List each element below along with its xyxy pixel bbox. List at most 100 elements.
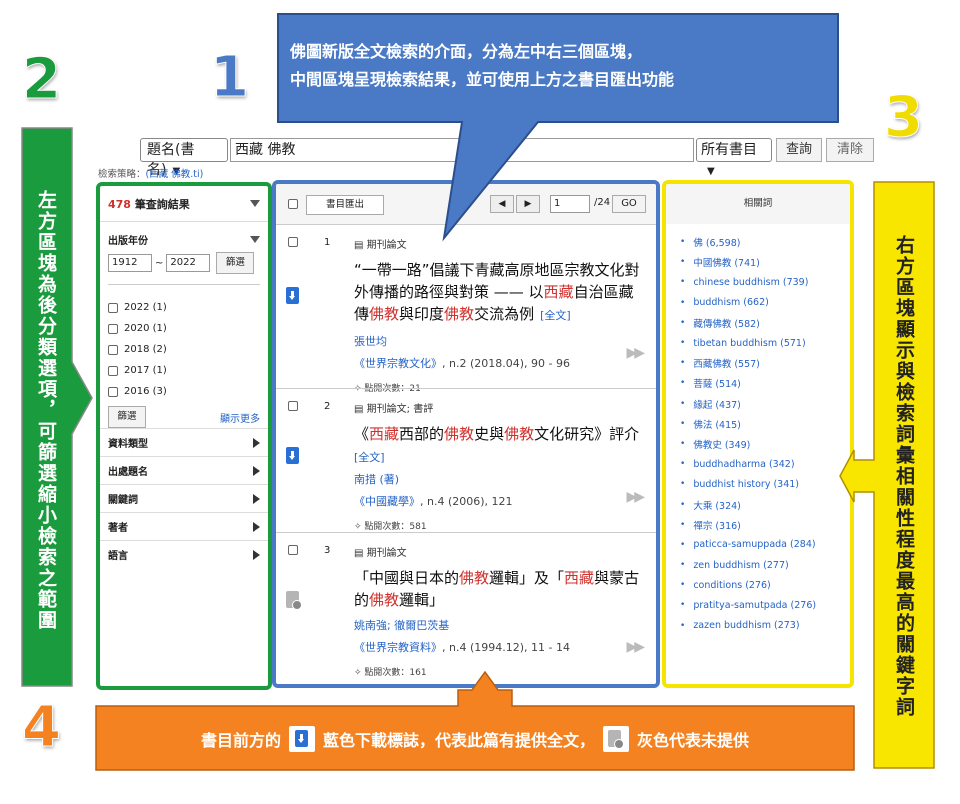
download-icon[interactable] <box>286 447 299 464</box>
title-segment: 邏輯」 <box>399 591 445 609</box>
fast-forward-icon[interactable]: ▶▶ <box>626 345 644 361</box>
bottom-callout-part1: 書目前方的 <box>200 731 281 750</box>
year-option[interactable]: 2018 (2) <box>108 339 260 360</box>
bottom-download-example <box>288 726 315 752</box>
related-term-link[interactable]: 佛法 (415) <box>680 414 850 434</box>
result-item: 1 ▤ 期刊論文 “一帶一路”倡議下青藏高原地區宗教文化對外傳播的路徑與對策 —— … <box>276 224 656 394</box>
result-checkbox[interactable] <box>288 545 298 555</box>
result-checkbox[interactable] <box>288 401 298 411</box>
result-source: 《世界宗教文化》, n.2 (2018.04), 90 - 96 <box>354 355 644 371</box>
related-term-link[interactable]: 禪宗 (316) <box>680 515 850 535</box>
annotation-number-1: 1 <box>210 45 250 110</box>
year-checkbox[interactable] <box>108 302 118 313</box>
facet-item[interactable]: 著者 <box>100 512 268 540</box>
top-callout-text: 佛圖新版全文檢索的介面，分為左中右三個區塊， 中間區塊呈現檢索結果，並可使用上方… <box>290 38 830 94</box>
year-checkbox[interactable] <box>108 344 118 355</box>
title-segment: 「中國與日本的 <box>354 569 460 587</box>
result-count-header[interactable]: 478 筆查詢結果 <box>100 186 268 222</box>
related-term-link[interactable]: 西藏佛教 (557) <box>680 353 850 373</box>
no-fulltext-icon <box>286 591 302 610</box>
year-option[interactable]: 2016 (3) <box>108 381 260 402</box>
facet-label: 出處題名 <box>108 467 148 478</box>
year-to-input[interactable]: 2022 <box>166 254 211 272</box>
result-author[interactable]: 南措 (著) <box>354 471 644 487</box>
facet-item[interactable]: 出處題名 <box>100 456 268 484</box>
download-icon <box>294 730 308 747</box>
search-strategy-link[interactable]: (西藏 佛教.ti) <box>146 169 204 180</box>
chevron-right-icon <box>253 521 260 532</box>
title-segment: 邏輯」及「 <box>489 569 565 587</box>
bottom-callout-part2: 藍色下載標誌，代表此篇有提供全文， <box>322 731 595 750</box>
title-segment: 西部的 <box>399 425 445 443</box>
result-number: 3 <box>324 545 331 556</box>
year-checkbox[interactable] <box>108 365 118 376</box>
title-segment: 佛教 <box>369 591 400 609</box>
related-term-link[interactable]: 藏傳佛教 (582) <box>680 313 850 333</box>
left-callout-text: 左方區塊為後分類選項，可篩選縮小檢索之範圍 <box>35 189 57 631</box>
result-type: ▤ 期刊論文 <box>354 544 644 559</box>
result-author[interactable]: 張世均 <box>354 333 644 349</box>
download-icon[interactable] <box>286 287 299 304</box>
fulltext-link[interactable]: [全文] <box>540 309 571 322</box>
source-link[interactable]: 《世界宗教文化》 <box>354 357 442 370</box>
views-icon: ✧ <box>354 522 365 532</box>
year-checkbox[interactable] <box>108 323 118 334</box>
related-term-link[interactable]: zen buddhism (277) <box>680 555 850 575</box>
result-title[interactable]: “一帶一路”倡議下青藏高原地區宗教文化對外傳播的路徑與對策 —— 以西藏自治區藏… <box>354 259 644 327</box>
related-term-link[interactable]: 緣起 (437) <box>680 394 850 414</box>
annotation-number-4: 4 <box>22 695 62 760</box>
top-callout-line1: 佛圖新版全文檢索的介面，分為左中右三個區塊， <box>290 42 643 61</box>
year-option[interactable]: 2022 (1) <box>108 297 260 318</box>
show-more-link[interactable]: 顯示更多 <box>220 410 260 425</box>
related-term-link[interactable]: 大乘 (324) <box>680 494 850 514</box>
result-count-label: 筆查詢結果 <box>134 197 190 211</box>
related-term-link[interactable]: buddhism (662) <box>680 293 850 313</box>
related-term-link[interactable]: buddhist history (341) <box>680 474 850 494</box>
result-author[interactable]: 姚南強; 徹爾巴茨基 <box>354 617 644 633</box>
title-segment: 佛教 <box>444 305 475 323</box>
facet-item[interactable]: 資料類型 <box>100 428 268 456</box>
title-segment: 佛教 <box>459 569 490 587</box>
bottom-nofile-example <box>603 726 629 752</box>
fast-forward-icon[interactable]: ▶▶ <box>626 489 644 505</box>
related-term-link[interactable]: paticca-samuppada (284) <box>680 535 850 555</box>
result-source: 《世界宗教資料》, n.4 (1994.12), 11 - 14 <box>354 639 644 655</box>
annotation-number-3: 3 <box>884 85 924 150</box>
title-segment: 西藏 <box>543 283 574 301</box>
chevron-right-icon <box>253 437 260 448</box>
year-checkbox[interactable] <box>108 386 118 397</box>
year-from-input[interactable]: 1912 <box>108 254 152 272</box>
title-segment: 文化研究》評介 <box>534 425 640 443</box>
fast-forward-icon[interactable]: ▶▶ <box>626 639 644 655</box>
result-item: 2 ▤ 期刊論文; 書評 《西藏西部的佛教史與佛教文化研究》評介 [全文] 南措 (著)… <box>276 388 656 532</box>
year-option[interactable]: 2020 (1) <box>108 318 260 339</box>
year-option-label: 2022 (1) <box>124 302 167 313</box>
facet-item[interactable]: 語言 <box>100 540 268 568</box>
related-term-link[interactable]: tibetan buddhism (571) <box>680 333 850 353</box>
year-list-filter-button[interactable]: 篩選 <box>108 406 146 428</box>
fulltext-link[interactable]: [全文] <box>354 449 644 465</box>
result-item: 3 ▤ 期刊論文「中國與日本的佛教邏輯」及「西藏與蒙古的佛教邏輯」姚南強; 徹爾巴… <box>276 532 656 682</box>
related-term-link[interactable]: chinese buddhism (739) <box>680 272 850 292</box>
related-term-link[interactable]: zazen buddhism (273) <box>680 616 850 636</box>
source-details: , n.4 (1994.12), 11 - 14 <box>442 641 570 654</box>
year-filter-button[interactable]: 篩選 <box>216 252 255 274</box>
related-term-link[interactable]: 佛教史 (349) <box>680 434 850 454</box>
result-title[interactable]: 「中國與日本的佛教邏輯」及「西藏與蒙古的佛教邏輯」 <box>354 567 644 611</box>
source-link[interactable]: 《世界宗教資料》 <box>354 641 442 654</box>
related-term-link[interactable]: 菩薩 (514) <box>680 373 850 393</box>
related-term-link[interactable]: 中國佛教 (741) <box>680 252 850 272</box>
title-segment: 佛教 <box>504 425 535 443</box>
related-term-link[interactable]: buddhadharma (342) <box>680 454 850 474</box>
result-title[interactable]: 《西藏西部的佛教史與佛教文化研究》評介 <box>354 423 644 445</box>
no-fulltext-icon <box>608 730 624 749</box>
year-option[interactable]: 2017 (1) <box>108 360 260 381</box>
related-term-link[interactable]: pratitya-samutpada (276) <box>680 595 850 615</box>
year-range-separator: ~ <box>155 257 164 269</box>
related-term-link[interactable]: conditions (276) <box>680 575 850 595</box>
facet-item[interactable]: 關鍵詞 <box>100 484 268 512</box>
source-link[interactable]: 《中國藏學》 <box>354 495 420 508</box>
annotation-number-2: 2 <box>22 47 62 112</box>
search-field-select[interactable]: 題名(書名) ▼ <box>140 138 228 178</box>
title-segment: 《 <box>354 425 370 443</box>
